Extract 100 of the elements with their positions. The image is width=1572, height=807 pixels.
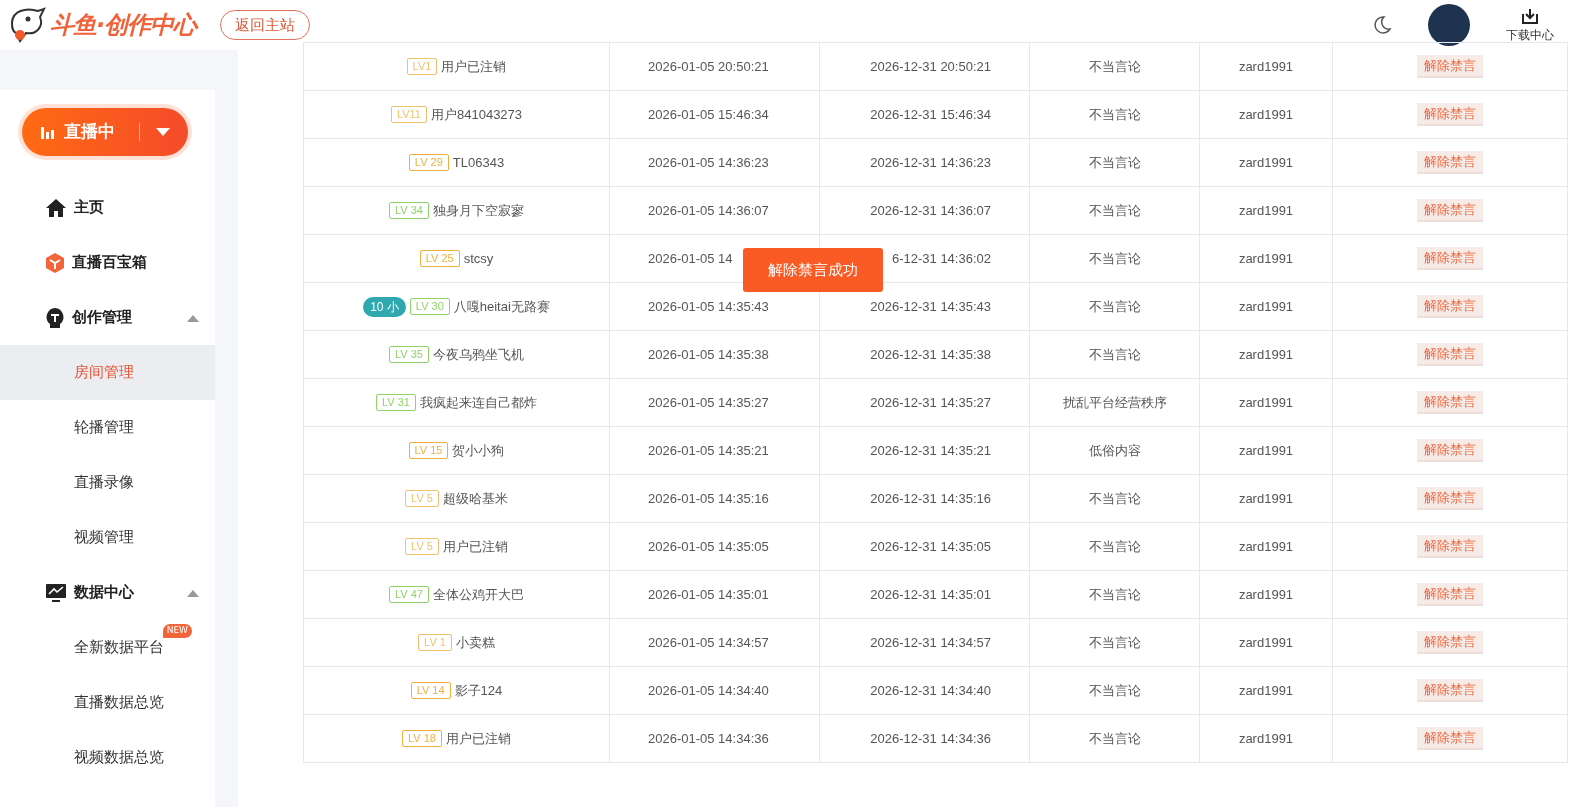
level-tag: LV 31 [376, 394, 416, 411]
table-cell: zard1991 [1199, 90, 1333, 139]
table-cell: zard1991 [1199, 138, 1333, 187]
table-cell: 2026-01-05 20:50:21 [609, 42, 820, 91]
new-badge: NEW [162, 624, 192, 638]
level-tag: LV 47 [389, 586, 429, 603]
success-toast: 解除禁言成功 [743, 248, 883, 292]
table-cell: 2026-12-31 14:34:40 [819, 666, 1030, 715]
table-cell: 2026-01-05 14:35:16 [609, 474, 820, 523]
caret-up-icon[interactable] [187, 588, 199, 597]
table-cell: 2026-01-05 14:35:27 [609, 378, 820, 427]
download-center-link[interactable]: 下载中心 [1506, 26, 1554, 44]
bar-chart-icon [40, 124, 56, 140]
table-cell: zard1991 [1199, 234, 1333, 283]
table-cell: 2026-12-31 15:46:34 [819, 90, 1030, 139]
user-avatar[interactable] [1428, 4, 1470, 46]
username: TL06343 [452, 153, 505, 172]
level-tag: LV11 [390, 106, 427, 123]
table-cell: 2026-01-05 14:34:40 [609, 666, 820, 715]
table-cell: zard1991 [1199, 330, 1333, 379]
username: 贺小小狗 [452, 441, 505, 460]
table-cell: 2026-01-05 14:35:21 [609, 426, 820, 475]
table-cell: 2026-01-05 14:34:36 [609, 714, 820, 763]
username: 小卖糕 [455, 633, 495, 652]
table-cell: 不当言论 [1029, 42, 1200, 91]
cube-icon [46, 252, 64, 273]
home-icon [46, 198, 66, 217]
username: 影子124 [454, 681, 503, 700]
logo-text: 斗鱼·创作中心 [50, 10, 197, 41]
table-cell: zard1991 [1199, 186, 1333, 235]
level-tag: LV 35 [389, 346, 429, 363]
table-cell: zard1991 [1199, 570, 1333, 619]
nav-subitem[interactable]: 轮播管理 [0, 400, 215, 455]
table-cell: 2026-01-05 14:35:38 [609, 330, 820, 379]
unban-button[interactable]: 解除禁言 [1417, 534, 1483, 559]
unban-button[interactable]: 解除禁言 [1417, 102, 1483, 127]
table-cell: 2026-12-31 14:35:01 [819, 570, 1030, 619]
nav-subitem[interactable]: 直播数据总览 [0, 675, 215, 730]
download-icon[interactable] [1520, 6, 1540, 26]
back-to-main-button[interactable]: 返回主站 [220, 9, 311, 41]
table-cell: 2026-01-05 15:46:34 [609, 90, 820, 139]
nav-item[interactable]: 主页 [0, 180, 215, 235]
dark-mode-moon-icon[interactable] [1372, 15, 1392, 35]
nav-subitem[interactable]: 房间管理 [0, 345, 215, 400]
table-cell: 2026-12-31 14:34:57 [819, 618, 1030, 667]
table-cell: 低俗内容 [1029, 426, 1200, 475]
unban-button[interactable]: 解除禁言 [1417, 294, 1483, 319]
unban-button[interactable]: 解除禁言 [1417, 150, 1483, 175]
username: 全体公鸡开大巴 [432, 585, 524, 604]
table-cell: 2026-12-31 14:35:27 [819, 378, 1030, 427]
unban-button[interactable]: 解除禁言 [1417, 678, 1483, 703]
mascot-logo-icon [8, 5, 46, 45]
table-cell: 2026-01-05 14:35:05 [609, 522, 820, 571]
unban-button[interactable]: 解除禁言 [1417, 198, 1483, 223]
unban-button[interactable]: 解除禁言 [1417, 438, 1483, 463]
lightbulb-icon [46, 307, 64, 328]
caret-down-icon [156, 127, 170, 137]
level-tag: LV 14 [410, 682, 451, 699]
table-cell: 不当言论 [1029, 618, 1200, 667]
table-cell: 不当言论 [1029, 474, 1200, 523]
table-cell: 不当言论 [1029, 282, 1200, 331]
table-cell: zard1991 [1199, 474, 1333, 523]
table-cell: 不当言论 [1029, 234, 1200, 283]
table-cell: 2026-12-31 14:34:36 [819, 714, 1030, 763]
unban-button[interactable]: 解除禁言 [1417, 726, 1483, 751]
table-cell: zard1991 [1199, 42, 1333, 91]
level-tag: LV 18 [402, 730, 442, 747]
unban-button[interactable]: 解除禁言 [1417, 630, 1483, 655]
table-cell: zard1991 [1199, 618, 1333, 667]
table-cell: 不当言论 [1029, 666, 1200, 715]
table-cell: 不当言论 [1029, 714, 1200, 763]
unban-button[interactable]: 解除禁言 [1417, 390, 1483, 415]
nav-subitem[interactable]: 直播录像 [0, 455, 215, 510]
unban-button[interactable]: 解除禁言 [1417, 342, 1483, 367]
unban-button[interactable]: 解除禁言 [1417, 582, 1483, 607]
table-cell: zard1991 [1199, 522, 1333, 571]
nav-subitem[interactable]: 全新数据平台 NEW [0, 620, 215, 675]
username: 超级哈基米 [442, 489, 508, 508]
table-cell: 不当言论 [1029, 330, 1200, 379]
unban-button[interactable]: 解除禁言 [1417, 54, 1483, 79]
table-cell: 2026-01-05 14:36:07 [609, 186, 820, 235]
unban-button[interactable]: 解除禁言 [1417, 246, 1483, 271]
nav-subitem[interactable]: 视频管理 [0, 510, 215, 565]
table-cell: zard1991 [1199, 666, 1333, 715]
table-cell: 2026-01-05 14:35:01 [609, 570, 820, 619]
nav-item[interactable]: 直播百宝箱 [0, 235, 215, 290]
table-cell: zard1991 [1199, 282, 1333, 331]
table-cell: zard1991 [1199, 378, 1333, 427]
level-tag: LV 34 [389, 202, 429, 219]
monitor-chart-icon [46, 583, 66, 602]
nav-item[interactable]: 创作管理 [0, 290, 215, 345]
table-cell: 2026-12-31 14:35:05 [819, 522, 1030, 571]
caret-up-icon[interactable] [187, 313, 199, 322]
username: 我疯起来连自己都炸 [419, 393, 537, 412]
table-cell: 2026-12-31 14:35:16 [819, 474, 1030, 523]
unban-button[interactable]: 解除禁言 [1417, 486, 1483, 511]
nav-item[interactable]: 数据中心 [0, 565, 215, 620]
table-cell: 不当言论 [1029, 90, 1200, 139]
table-cell: 2026-12-31 20:50:21 [819, 42, 1030, 91]
nav-subitem[interactable]: 视频数据总览 [0, 730, 215, 785]
